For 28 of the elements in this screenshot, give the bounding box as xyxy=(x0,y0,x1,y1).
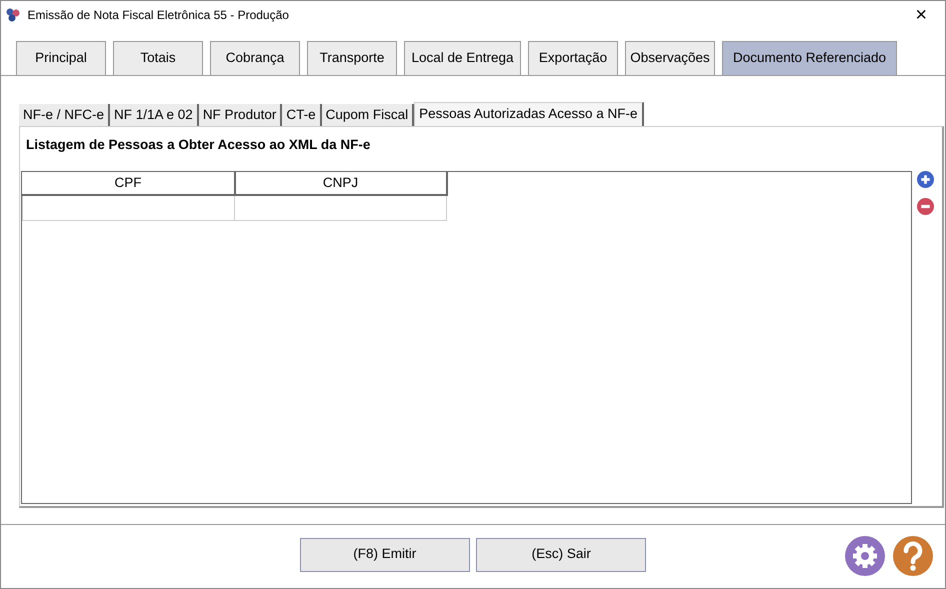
subtab[interactable]: Cupom Fiscal xyxy=(322,104,414,126)
remove-icon[interactable] xyxy=(916,198,934,216)
subtab[interactable]: CT-e xyxy=(282,104,322,126)
close-button[interactable]: × xyxy=(907,5,935,25)
add-icon[interactable] xyxy=(916,171,934,188)
tab[interactable]: Cobrança xyxy=(210,41,300,75)
subtab[interactable]: Pessoas Autorizadas Acesso a NF-e xyxy=(414,102,644,126)
tab[interactable]: Exportação xyxy=(528,41,618,75)
help-icon[interactable] xyxy=(893,536,933,576)
tab[interactable]: Observações xyxy=(625,41,715,75)
subtab[interactable]: NF Produtor xyxy=(198,104,282,126)
tab[interactable]: Totais xyxy=(113,41,203,75)
table-cell[interactable] xyxy=(234,195,446,220)
table-cell[interactable] xyxy=(22,195,234,220)
tab[interactable]: Local de Entrega xyxy=(404,41,521,75)
subtab[interactable]: NF-e / NFC-e xyxy=(19,104,110,126)
tab[interactable]: Principal xyxy=(16,41,106,75)
section-title: Listagem de Pessoas a Obter Acesso ao XML da NF-e xyxy=(26,136,372,154)
action-button[interactable]: (F8) Emitir xyxy=(300,538,470,572)
window-title: Emissão de Nota Fiscal Eletrônica 55 - Produção xyxy=(28,7,290,24)
app-logo-icon xyxy=(5,7,21,23)
subtab[interactable]: NF 1/1A e 02 xyxy=(110,104,199,126)
settings-icon[interactable] xyxy=(845,536,885,576)
tab[interactable]: Transporte xyxy=(307,41,397,75)
tab[interactable]: Documento Referenciado xyxy=(722,41,897,75)
column-header[interactable]: CNPJ xyxy=(234,172,446,196)
action-button[interactable]: (Esc) Sair xyxy=(476,538,646,572)
column-header[interactable]: CPF xyxy=(22,172,234,196)
